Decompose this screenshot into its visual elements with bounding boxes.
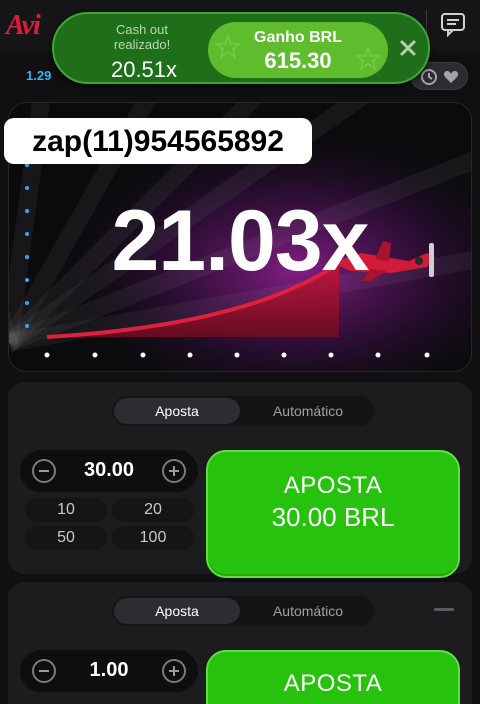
clock-icon [421,69,437,85]
place-bet-button[interactable]: APOSTA 30.00 BRL [206,450,460,578]
bet-button-amount: 30.00 BRL [271,502,395,532]
quick-amount-button[interactable]: 50 [25,526,107,550]
plus-icon[interactable] [162,459,186,483]
history-multiplier-chip[interactable]: 1.29 [26,68,51,83]
plus-icon[interactable] [162,659,186,683]
bet-button-label: APOSTA [283,670,383,697]
tab-automatico[interactable]: Automático [246,598,370,624]
remove-panel-button[interactable] [434,608,454,611]
minus-icon[interactable] [32,659,56,683]
heart-icon [443,71,459,83]
chat-icon[interactable] [440,12,470,38]
quick-amount-button[interactable]: 10 [25,498,107,522]
stake-value[interactable]: 30.00 [60,459,158,482]
stake-value[interactable]: 1.00 [60,659,158,682]
win-label: Ganho BRL [254,29,342,46]
current-multiplier: 21.03x [111,193,369,289]
bet-panel-1: Aposta Automático 30.00 10 20 50 100 APO… [8,382,472,578]
win-amount: 615.30 [264,48,332,73]
tab-aposta[interactable]: Aposta [114,398,240,424]
cashout-multiplier: 20.51x [110,57,178,82]
contact-overlay-text: zap(11)954565892 [32,125,284,158]
tab-automatico[interactable]: Automático [246,398,370,424]
cashout-label: Cash out realizado! [113,22,171,52]
tab-aposta[interactable]: Aposta [114,598,240,624]
bet-mode-tabs: Aposta Automático [112,396,374,426]
contact-overlay: zap(11)954565892 [4,118,312,164]
aviator-logo: Avi [6,10,41,41]
close-icon[interactable] [398,38,418,58]
minus-icon[interactable] [32,459,56,483]
bet-mode-tabs: Aposta Automático [112,596,374,626]
quick-amount-button[interactable]: 20 [112,498,194,522]
place-bet-button[interactable]: APOSTA [206,650,460,704]
win-amount-badge: Ganho BRL 615.30 [208,22,388,78]
cashout-toast: Cash out realizado! 20.51x Ganho BRL 615… [52,12,430,84]
stake-stepper: 1.00 [20,650,198,692]
bet-panel-2: Aposta Automático 1.00 APOSTA [8,582,472,704]
stake-stepper: 30.00 [20,450,198,492]
bet-button-label: APOSTA [283,472,383,499]
quick-amount-button[interactable]: 100 [112,526,194,550]
